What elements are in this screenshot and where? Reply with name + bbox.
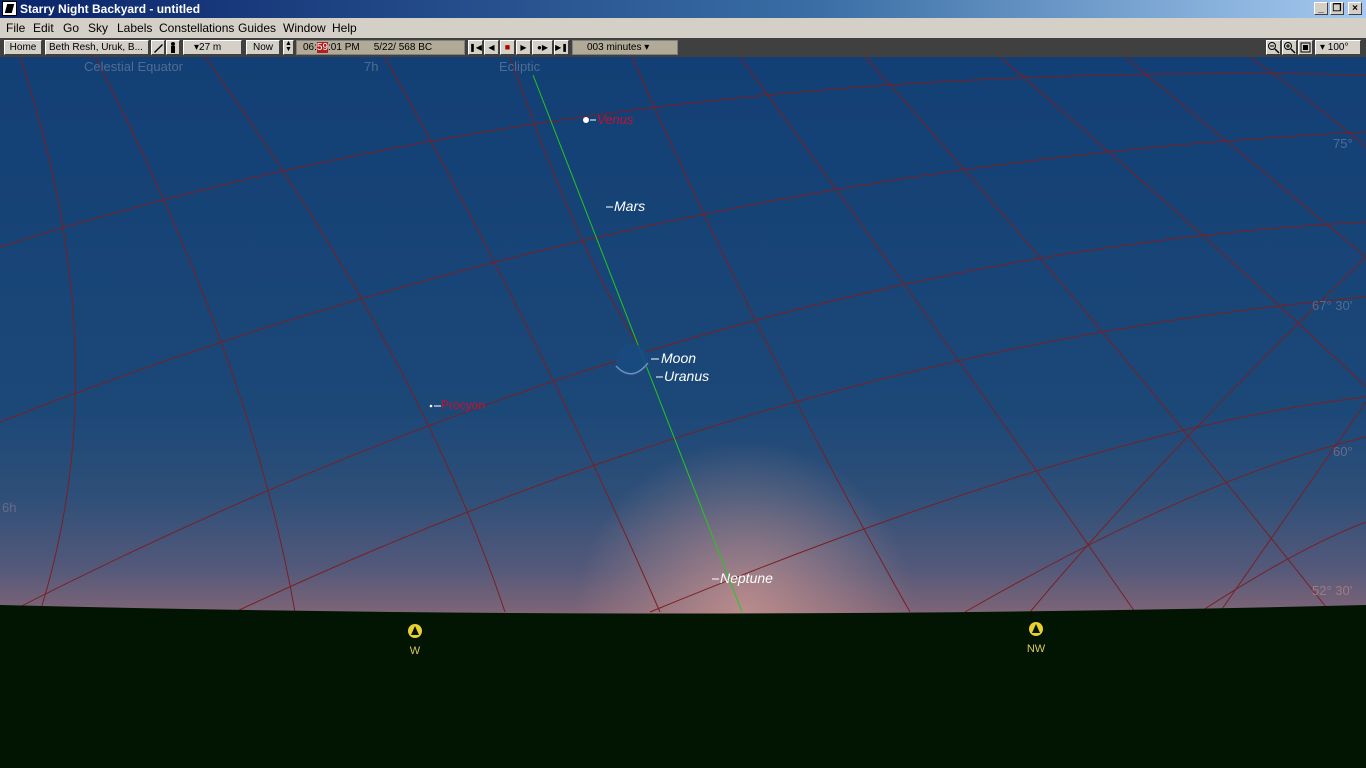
location-edit-icon[interactable] [151, 40, 165, 55]
menu-window[interactable]: Window [283, 21, 326, 35]
dec-label-52-30: 52° 30' [1312, 583, 1352, 598]
northwest-label: NW [1027, 643, 1046, 655]
west-label: W [410, 645, 421, 657]
home-button[interactable]: Home [4, 40, 42, 55]
toolbar: Home Beth Resh, Uruk, B... ▾27 m Now ▲ ▼ … [0, 38, 1366, 57]
zoom-box-icon[interactable] [1298, 40, 1313, 55]
menu-help[interactable]: Help [332, 21, 357, 35]
window-title: Starry Night Backyard - untitled [20, 2, 201, 16]
horizon-glow [0, 437, 1366, 617]
app-icon[interactable] [2, 1, 17, 16]
procyon-marker [429, 404, 433, 408]
menu-edit[interactable]: Edit [33, 21, 54, 35]
ra-label-6h: 6h [2, 500, 16, 515]
sky-view[interactable]: Celestial Equator Ecliptic 7h 6h 75° 67°… [0, 57, 1366, 768]
uranus[interactable]: Uranus [656, 368, 709, 384]
play-button[interactable]: ▶ [516, 40, 531, 55]
location-field[interactable]: Beth Resh, Uruk, B... [45, 40, 149, 55]
time-minutes[interactable]: 59 [316, 42, 329, 53]
moon-label: Moon [661, 350, 696, 366]
menu-file[interactable]: File [6, 21, 25, 35]
time-spinner[interactable]: ▲ ▼ [283, 40, 294, 55]
realtime-button[interactable]: ●▶ [532, 40, 553, 55]
observer-icon[interactable] [166, 40, 180, 55]
restore-button[interactable]: ❐ [1330, 2, 1344, 15]
now-button[interactable]: Now [246, 40, 280, 55]
menu-bar: File Edit Go Sky Labels Constellations G… [0, 18, 1366, 38]
step-back-fast-button[interactable]: ❚◀ [468, 40, 483, 55]
step-back-button[interactable]: ◀ [484, 40, 499, 55]
moon-disc [616, 344, 648, 376]
date-value: 5/22/ 568 BC [373, 42, 433, 53]
title-bar: Starry Night Backyard - untitled _ ❐ × [0, 0, 1366, 18]
time-rest: :01 PM [328, 42, 360, 53]
celestial-equator-label: Celestial Equator [84, 59, 184, 74]
field-of-view-dropdown[interactable]: ▾ 100° [1315, 40, 1361, 55]
minimize-button[interactable]: _ [1314, 2, 1328, 15]
venus-marker [583, 117, 589, 123]
menu-sky[interactable]: Sky [88, 21, 108, 35]
menu-go[interactable]: Go [63, 21, 79, 35]
time-hour: 06: [303, 42, 317, 53]
menu-labels[interactable]: Labels [117, 21, 152, 35]
menu-constellations[interactable]: Constellations [159, 21, 234, 35]
mars-label: Mars [614, 198, 645, 214]
menu-guides[interactable]: Guides [238, 21, 276, 35]
elevation-field[interactable]: ▾27 m [183, 40, 242, 55]
time-step-dropdown[interactable]: 003 minutes ▾ [572, 40, 678, 55]
procyon-label: Procyon [441, 398, 485, 412]
venus-label: Venus [597, 112, 634, 127]
dec-label-60: 60° [1333, 444, 1353, 459]
ra-label-7h: 7h [364, 59, 378, 74]
dec-label-67-30: 67° 30' [1312, 298, 1352, 313]
stop-button[interactable]: ■ [500, 40, 515, 55]
close-button[interactable]: × [1348, 2, 1362, 15]
uranus-label: Uranus [664, 368, 709, 384]
date-time-field[interactable]: 06:59:01 PM 5/22/ 568 BC [296, 40, 465, 55]
zoom-in-icon[interactable] [1282, 40, 1297, 55]
ecliptic-label: Ecliptic [499, 59, 541, 74]
neptune[interactable]: Neptune [712, 570, 773, 586]
ground [0, 605, 1366, 768]
step-forward-button[interactable]: ▶❚ [554, 40, 569, 55]
neptune-label: Neptune [720, 570, 773, 586]
zoom-out-icon[interactable] [1266, 40, 1281, 55]
dec-label-75: 75° [1333, 136, 1353, 151]
